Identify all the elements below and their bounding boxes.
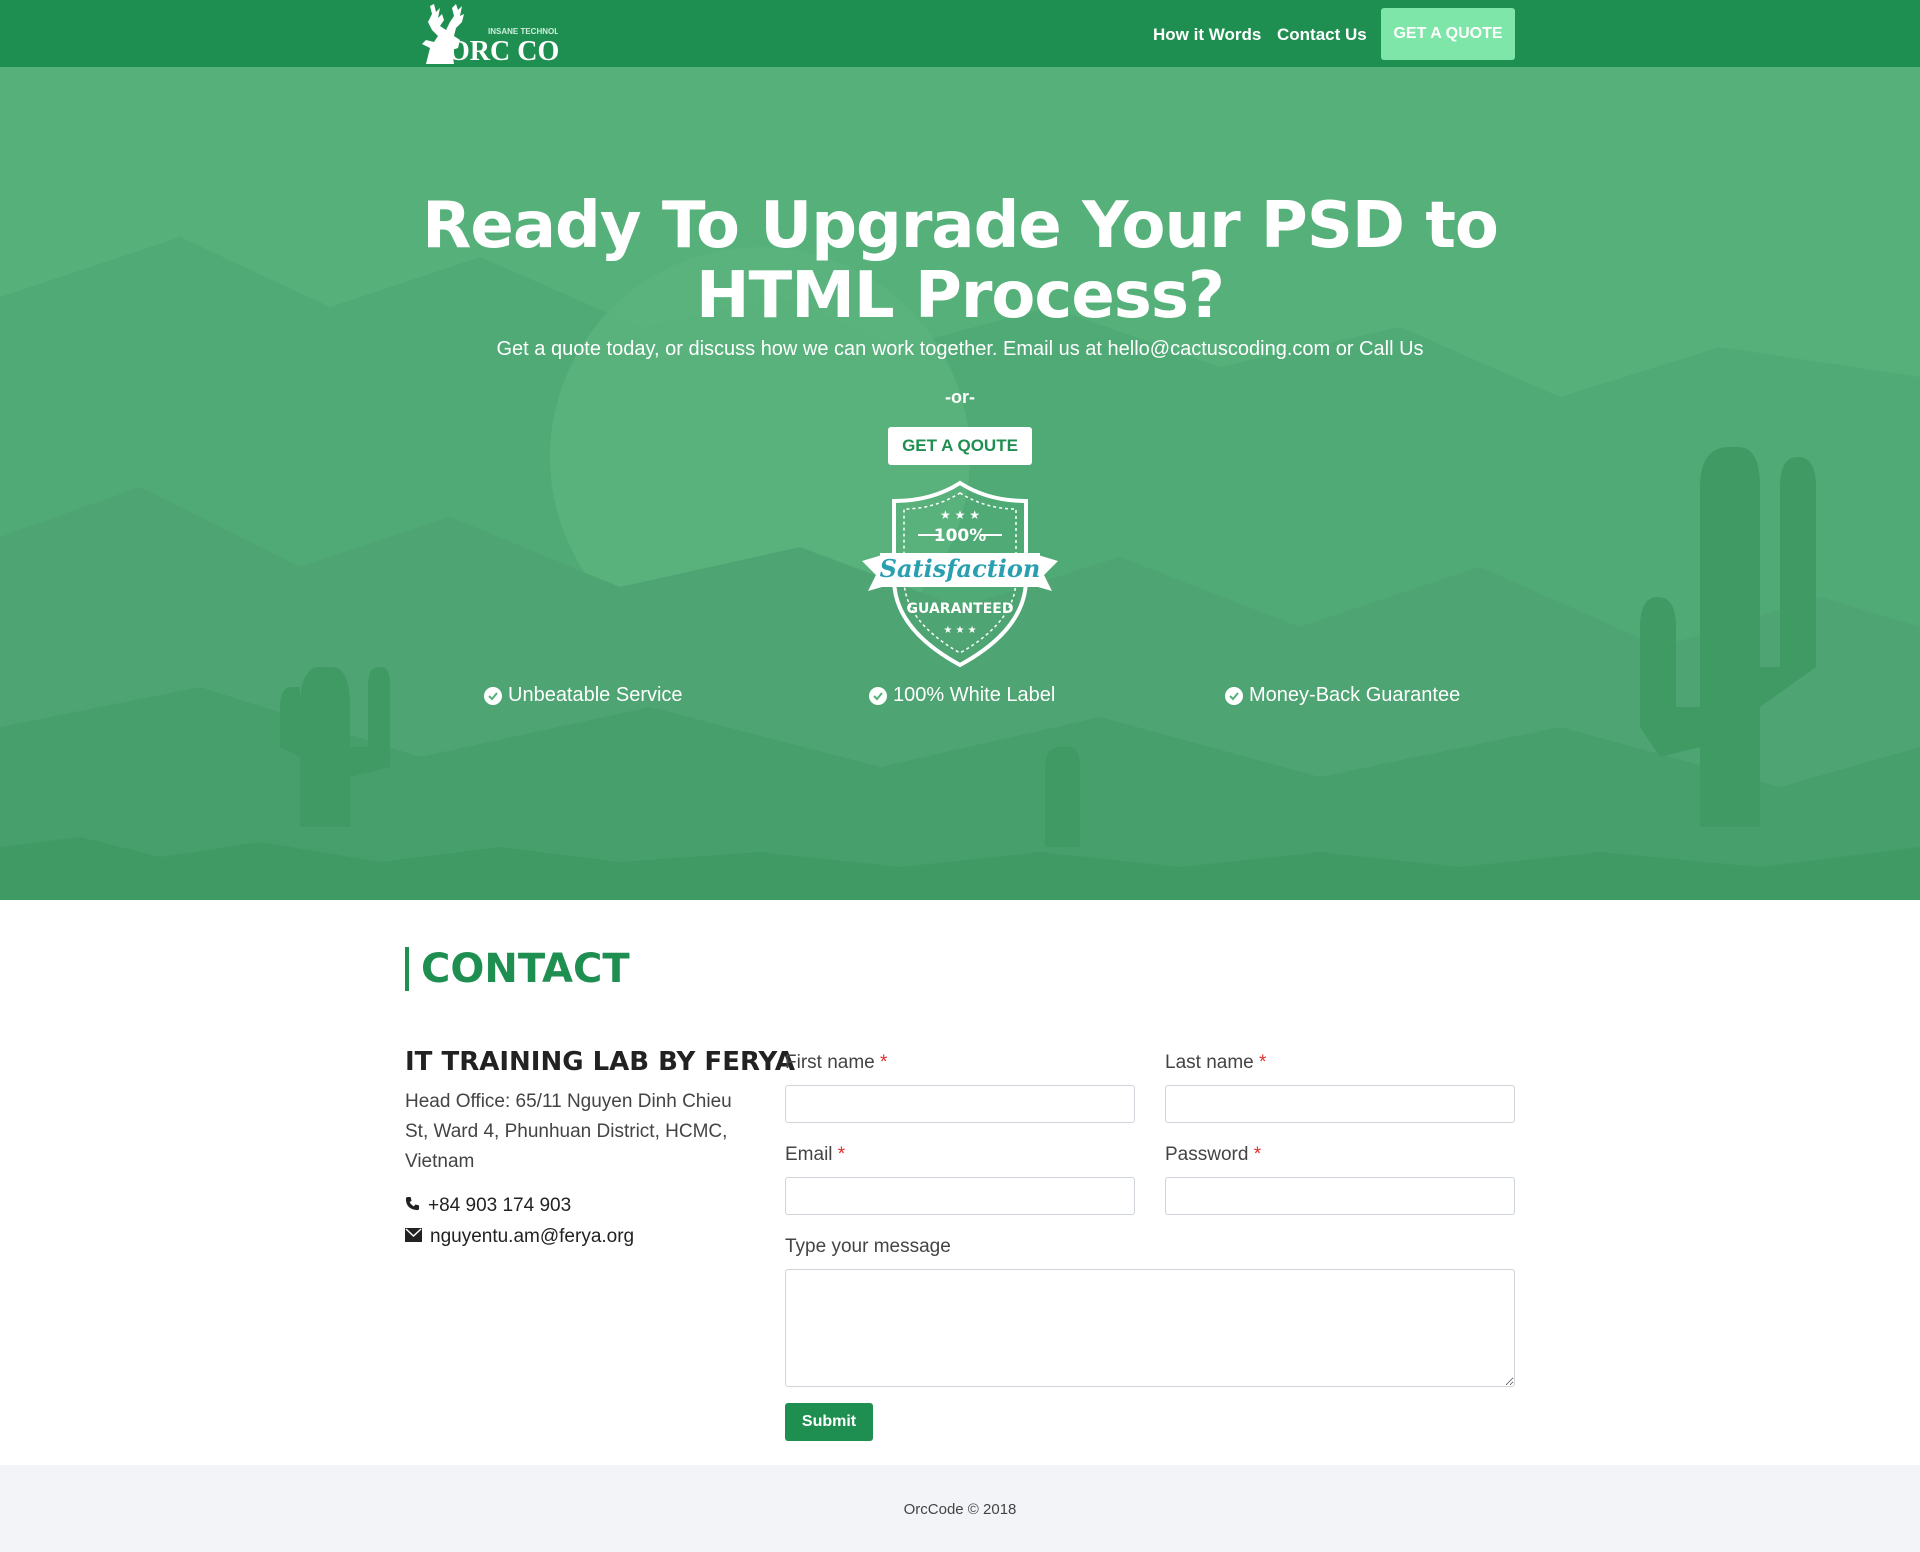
contact-heading: CONTACT [405,947,630,991]
message-label: Type your message [785,1236,951,1257]
message-textarea[interactable] [785,1269,1515,1387]
logo[interactable]: INSANE TECHNOLOGY ORC CODE [408,0,598,67]
hero-title: Ready To Upgrade Your PSD to HTML Proces… [422,189,1499,333]
check-circle-icon [484,686,502,705]
hero-get-quote-button[interactable]: GET A QOUTE [888,427,1032,465]
svg-text:★ ★ ★: ★ ★ ★ [940,508,980,522]
email-info: nguyentu.am@ferya.org [405,1226,634,1248]
check-circle-icon [1225,686,1243,705]
first-name-input[interactable] [785,1085,1135,1123]
feature-label: Money-Back Guarantee [1249,684,1461,706]
envelope-icon [405,1226,422,1248]
hero-subtitle: Get a quote today, or discuss how we can… [496,338,1424,360]
navbar: INSANE TECHNOLOGY ORC CODE How it Words … [0,0,1920,67]
get-a-quote-button[interactable]: GET A QUOTE [1381,8,1515,60]
email-input[interactable] [785,1177,1135,1215]
badge-bottom-text: GUARANTEED [907,601,1014,617]
company-name: IT TRAINING LAB BY FERYA [405,1047,796,1077]
last-name-input[interactable] [1165,1085,1515,1123]
copyright-text: OrcCode © 2018 [903,1501,1017,1518]
feature-label: Unbeatable Service [508,684,683,706]
nav-link-contact-us[interactable]: Contact Us [1277,25,1367,45]
password-label: Password * [1165,1144,1262,1165]
satisfaction-guaranteed-badge: ★ ★ ★ 100% Satisfaction GUARANTEED ★ ★ ★ [862,480,1058,668]
logo-name: ORC CODE [448,36,558,67]
submit-button[interactable]: Submit [785,1403,873,1441]
feature-label: 100% White Label [893,684,1056,706]
hero-section: Ready To Upgrade Your PSD to HTML Proces… [0,67,1920,900]
phone-number[interactable]: +84 903 174 903 [428,1195,571,1217]
phone-info: +84 903 174 903 [405,1195,571,1217]
first-name-label: First name * [785,1052,888,1073]
feature-money-back: Money-Back Guarantee [1225,684,1460,707]
phone-icon [405,1195,420,1217]
password-input[interactable] [1165,1177,1515,1215]
badge-top-text: 100% [934,526,987,546]
company-address: Head Office: 65/11 Nguyen Dinh Chieu St,… [405,1091,732,1172]
feature-white-label: 100% White Label [869,684,1055,707]
email-address[interactable]: nguyentu.am@ferya.org [430,1226,634,1248]
logo-tagline: INSANE TECHNOLOGY [488,27,558,36]
svg-text:★ ★ ★: ★ ★ ★ [943,625,976,636]
footer: OrcCode © 2018 [0,1465,1920,1552]
or-separator: -or- [945,387,975,407]
badge-ribbon-text: Satisfaction [880,554,1041,583]
feature-unbeatable-service: Unbeatable Service [484,684,683,707]
email-label: Email * [785,1144,846,1165]
check-circle-icon [869,686,887,705]
nav-link-how-it-works[interactable]: How it Words [1153,25,1261,45]
last-name-label: Last name * [1165,1052,1267,1073]
